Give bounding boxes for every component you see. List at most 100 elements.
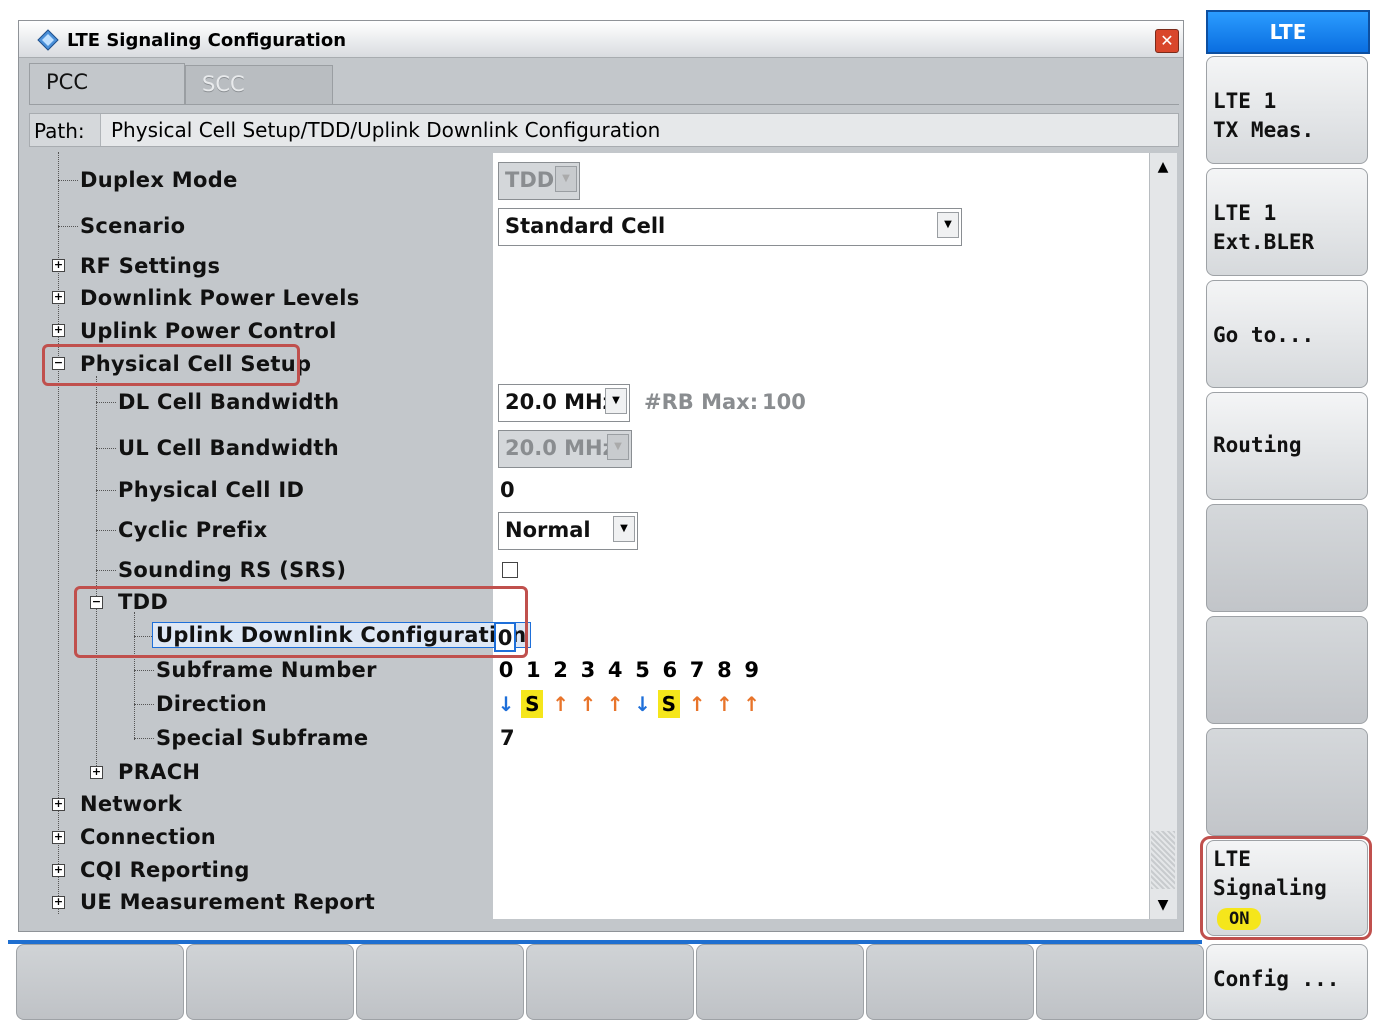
softkey-line1: Routing	[1213, 433, 1302, 457]
expand-icon[interactable]: +	[52, 324, 65, 337]
subframe-number: 8	[717, 658, 732, 682]
tree-item-ue-measurement-report[interactable]: UE Measurement Report	[80, 890, 375, 914]
tree-connector	[134, 704, 154, 705]
uplink-arrow-icon: ↑	[552, 692, 569, 716]
subframe-number: 4	[607, 658, 623, 682]
window-title: LTE Signaling Configuration	[67, 30, 347, 51]
scenario-select[interactable]: Standard Cell ▼	[498, 208, 962, 246]
scroll-up-icon[interactable]: ▲	[1149, 153, 1177, 181]
tree-item-duplex-mode[interactable]: Duplex Mode	[80, 168, 238, 192]
highlight-physical-cell-setup	[42, 344, 300, 386]
softkey-lte-tx-meas[interactable]: LTE 1 TX Meas.	[1206, 56, 1368, 164]
uplink-arrow-icon: ↑	[606, 692, 624, 716]
tree-item-subframe-number[interactable]: Subframe Number	[156, 658, 377, 682]
softkey-routing[interactable]: Routing	[1206, 392, 1368, 500]
close-icon[interactable]: ✕	[1155, 29, 1179, 53]
tree-connector	[96, 570, 116, 571]
softkey-line1: Go to...	[1213, 323, 1315, 347]
softkey-lte-ext-bler[interactable]: LTE 1 Ext.BLER	[1206, 168, 1368, 276]
subframe-number: 5	[635, 658, 650, 682]
vertical-scrollbar[interactable]	[1149, 153, 1177, 919]
tree-item-uplink-power-control[interactable]: Uplink Power Control	[80, 319, 337, 343]
tree-item-sounding-rs[interactable]: Sounding RS (SRS)	[118, 558, 346, 582]
scroll-down-icon[interactable]: ▼	[1149, 891, 1177, 919]
tree-item-direction[interactable]: Direction	[156, 692, 267, 716]
expand-icon[interactable]: +	[52, 291, 65, 304]
subframe-number: 7	[689, 658, 705, 682]
softkey-config[interactable]: Config ...	[1206, 944, 1368, 1020]
softkey-line2: Ext.BLER	[1213, 230, 1315, 254]
bottom-softkey[interactable]	[696, 944, 864, 1020]
lte-header[interactable]: LTE	[1206, 10, 1370, 54]
path-value: Physical Cell Setup/TDD/Uplink Downlink …	[100, 114, 1178, 146]
chevron-down-icon[interactable]: ▼	[613, 516, 635, 542]
highlight-uplink-downlink-configuration	[74, 586, 528, 658]
path-bar: Path: Physical Cell Setup/TDD/Uplink Dow…	[29, 113, 1179, 147]
tree-item-cqi-reporting[interactable]: CQI Reporting	[80, 858, 250, 882]
chevron-down-icon[interactable]: ▼	[937, 212, 959, 238]
tab-divider	[29, 104, 1179, 105]
tree-item-rf-settings[interactable]: RF Settings	[80, 254, 220, 278]
sounding-rs-checkbox[interactable]	[502, 562, 518, 578]
tree-item-downlink-power-levels[interactable]: Downlink Power Levels	[80, 286, 360, 310]
tab-scc[interactable]: SCC	[185, 65, 333, 105]
tree-connector	[96, 530, 116, 531]
cyclic-prefix-value: Normal	[505, 518, 591, 542]
tree-item-prach[interactable]: PRACH	[118, 760, 200, 784]
physical-cell-id-value[interactable]: 0	[500, 478, 515, 502]
expand-icon[interactable]: +	[52, 864, 65, 877]
config-dialog: LTE Signaling Configuration ✕ PCC SCC Pa…	[18, 20, 1184, 932]
downlink-arrow-icon: ↓	[634, 692, 651, 716]
rohde-schwarz-logo-icon	[37, 29, 59, 51]
tree-item-connection[interactable]: Connection	[80, 825, 216, 849]
tree-connector	[58, 180, 78, 181]
softkey-go-to[interactable]: Go to...	[1206, 280, 1368, 388]
dl-cell-bandwidth-value: 20.0 MHz	[505, 390, 615, 414]
softkey-line2: TX Meas.	[1213, 118, 1315, 142]
ul-cell-bandwidth-select: 20.0 MHz ▼	[498, 430, 632, 468]
subframe-number: 9	[744, 658, 759, 682]
tree-item-cyclic-prefix[interactable]: Cyclic Prefix	[118, 518, 267, 542]
rb-max-value: 100	[762, 390, 806, 414]
subframe-number: 3	[580, 658, 596, 682]
tree-item-ul-cell-bandwidth[interactable]: UL Cell Bandwidth	[118, 436, 339, 460]
softkey-empty[interactable]	[1206, 616, 1368, 724]
tree-item-special-subframe[interactable]: Special Subframe	[156, 726, 368, 750]
tree-item-dl-cell-bandwidth[interactable]: DL Cell Bandwidth	[118, 390, 339, 414]
path-label: Path:	[34, 119, 85, 143]
special-subframe-value: 7	[500, 726, 515, 750]
softkey-empty[interactable]	[1206, 504, 1368, 612]
subframe-number: 1	[525, 658, 541, 682]
expand-icon[interactable]: +	[52, 831, 65, 844]
softkey-line1: LTE 1	[1213, 201, 1277, 225]
expand-icon[interactable]: +	[52, 798, 65, 811]
expand-icon[interactable]: +	[52, 896, 65, 909]
softkey-empty[interactable]	[1206, 728, 1368, 836]
subframe-number-row: 0123456789	[494, 656, 774, 684]
title-bar[interactable]: LTE Signaling Configuration ✕	[19, 21, 1183, 58]
rb-max-label: #RB Max:	[644, 390, 759, 414]
cyclic-prefix-select[interactable]: Normal ▼	[498, 512, 638, 550]
tree-connector	[96, 448, 116, 449]
bottom-softkey[interactable]	[1036, 944, 1204, 1020]
bottom-softkey[interactable]	[186, 944, 354, 1020]
scenario-value: Standard Cell	[505, 214, 666, 238]
dl-cell-bandwidth-select[interactable]: 20.0 MHz ▼	[498, 384, 630, 422]
tree-connector	[96, 402, 116, 403]
tree-item-physical-cell-id[interactable]: Physical Cell ID	[118, 478, 304, 502]
expand-icon[interactable]: +	[52, 259, 65, 272]
bottom-softkey[interactable]	[16, 944, 184, 1020]
bottom-softkey[interactable]	[526, 944, 694, 1020]
uplink-arrow-icon: ↑	[579, 692, 597, 716]
tab-pcc[interactable]: PCC	[29, 63, 185, 105]
downlink-arrow-icon: ↓	[497, 692, 515, 716]
tree-item-scenario[interactable]: Scenario	[80, 214, 185, 238]
expand-icon[interactable]: +	[90, 766, 103, 779]
bottom-softkey[interactable]	[356, 944, 524, 1020]
chevron-down-icon: ▼	[607, 434, 629, 460]
chevron-down-icon[interactable]: ▼	[605, 388, 627, 414]
bottom-softkey[interactable]	[866, 944, 1034, 1020]
special-subframe-marker: S	[521, 690, 544, 718]
tree-item-network[interactable]: Network	[80, 792, 182, 816]
scrollbar-thumb[interactable]	[1151, 831, 1175, 889]
